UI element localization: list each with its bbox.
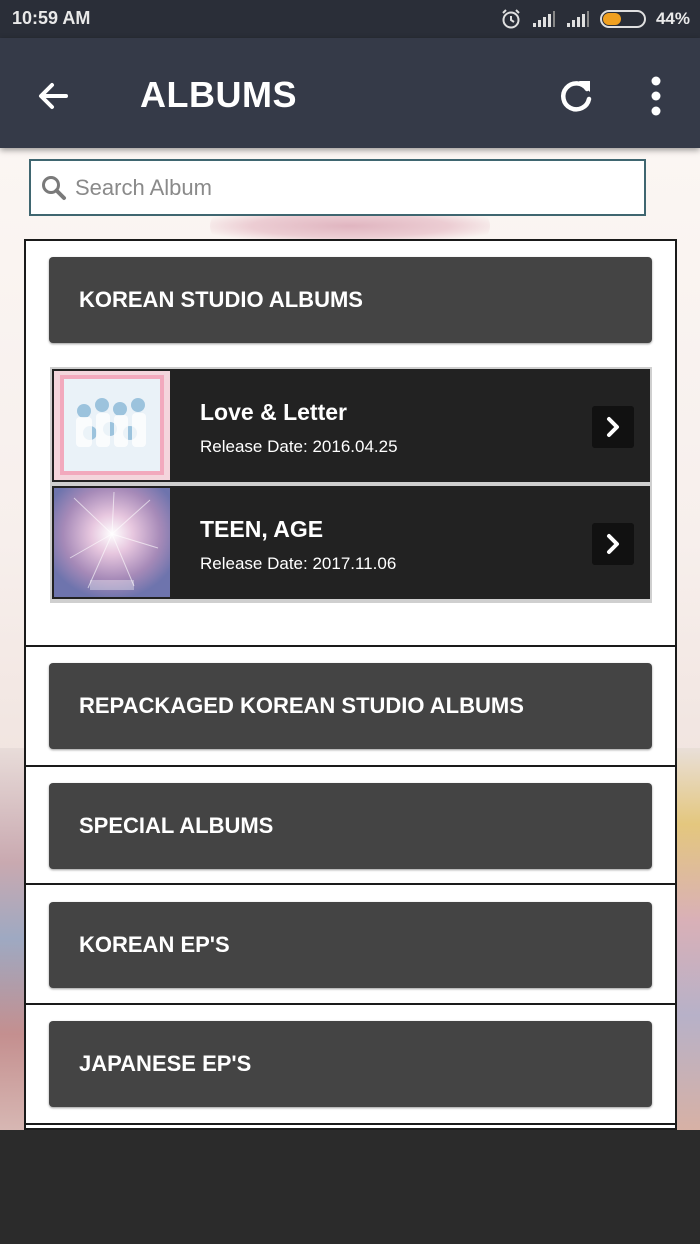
alarm-icon xyxy=(502,9,520,29)
section-korean-eps: KOREAN EP'S xyxy=(26,885,675,1005)
album-release-date: Release Date: 2017.11.06 xyxy=(200,554,397,573)
signal-icon xyxy=(532,11,555,27)
album-release-date: Release Date: 2016.04.25 xyxy=(200,437,398,456)
album-items: Love & Letter Release Date: 2016.04.25 T… xyxy=(50,367,652,603)
section-title: SPECIAL ALBUMS xyxy=(79,813,274,838)
section-header[interactable]: REPACKAGED KOREAN STUDIO ALBUMS xyxy=(49,663,652,749)
album-list: KOREAN STUDIO ALBUMS Love & Letter Relea… xyxy=(24,239,677,1130)
search-icon xyxy=(42,175,66,200)
section-korean-studio-albums: KOREAN STUDIO ALBUMS Love & Letter Relea… xyxy=(26,241,675,647)
album-title: Love & Letter xyxy=(200,399,347,425)
chevron-right-icon[interactable] xyxy=(592,406,634,448)
bottom-bar xyxy=(0,1130,700,1244)
battery-percent: 44% xyxy=(655,9,690,28)
chevron-right-icon[interactable] xyxy=(592,523,634,565)
search-bar[interactable] xyxy=(29,159,646,216)
app-bar: ALBUMS xyxy=(0,38,700,148)
more-vertical-icon[interactable] xyxy=(636,72,676,120)
status-bar: 10:59 AM 44% xyxy=(0,0,700,38)
background-photo-right xyxy=(676,748,700,1130)
status-time: 10:59 AM xyxy=(12,8,91,28)
section-repackaged-korean-studio-albums: REPACKAGED KOREAN STUDIO ALBUMS xyxy=(26,647,675,767)
section-header[interactable]: KOREAN EP'S xyxy=(49,902,652,988)
battery-icon xyxy=(599,10,646,28)
status-icons: 44% xyxy=(500,6,690,32)
page-title: ALBUMS xyxy=(140,74,297,115)
album-title: TEEN, AGE xyxy=(200,516,324,542)
section-title: REPACKAGED KOREAN STUDIO ALBUMS xyxy=(79,693,524,718)
background-photo-left xyxy=(0,748,24,1130)
section-title: KOREAN EP'S xyxy=(79,932,230,957)
arrow-left-icon[interactable] xyxy=(30,72,78,120)
album-item-love-and-letter[interactable]: Love & Letter Release Date: 2016.04.25 xyxy=(52,369,650,482)
album-item-teen-age[interactable]: TEEN, AGE Release Date: 2017.11.06 xyxy=(52,486,650,599)
battery-fill xyxy=(602,13,622,25)
section-title: JAPANESE EP'S xyxy=(79,1051,252,1076)
section-special-albums: SPECIAL ALBUMS xyxy=(26,767,675,885)
section-japanese-eps: JAPANESE EP'S xyxy=(26,1005,675,1125)
signal-icon xyxy=(566,11,589,27)
section-title: KOREAN STUDIO ALBUMS xyxy=(79,287,363,312)
album-cover xyxy=(54,371,170,480)
section-header[interactable]: SPECIAL ALBUMS xyxy=(49,783,652,869)
search-input[interactable] xyxy=(75,174,615,201)
section-header[interactable]: JAPANESE EP'S xyxy=(49,1021,652,1107)
section-header[interactable]: KOREAN STUDIO ALBUMS xyxy=(49,257,652,343)
refresh-icon[interactable] xyxy=(552,72,600,120)
album-cover xyxy=(54,488,170,597)
